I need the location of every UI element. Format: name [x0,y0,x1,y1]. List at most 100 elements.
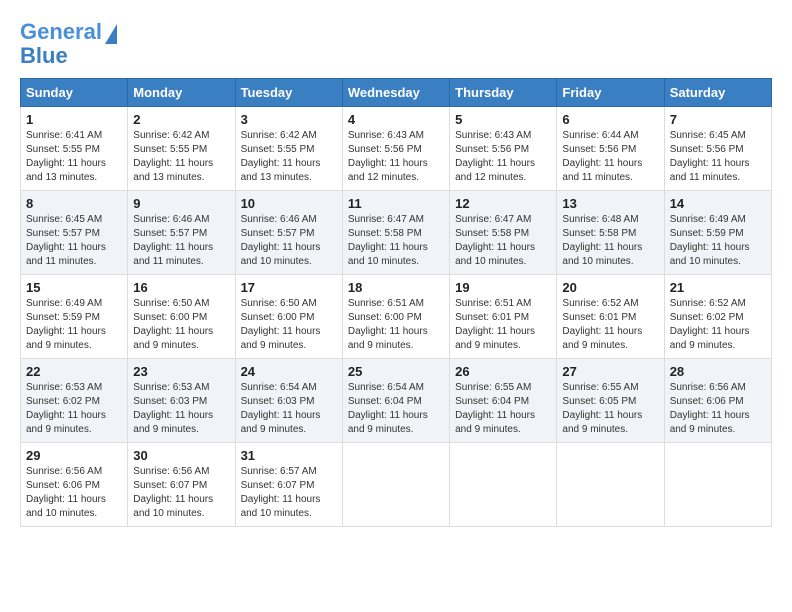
calendar-week-row: 29 Sunrise: 6:56 AMSunset: 6:06 PMDaylig… [21,443,772,527]
calendar-day-cell: 26 Sunrise: 6:55 AMSunset: 6:04 PMDaylig… [450,359,557,443]
calendar-day-cell: 21 Sunrise: 6:52 AMSunset: 6:02 PMDaylig… [664,275,771,359]
day-number: 16 [133,280,229,295]
day-info: Sunrise: 6:56 AMSunset: 6:06 PMDaylight:… [26,465,122,521]
calendar-header-row: SundayMondayTuesdayWednesdayThursdayFrid… [21,79,772,107]
calendar-week-row: 8 Sunrise: 6:45 AMSunset: 5:57 PMDayligh… [21,191,772,275]
calendar-week-row: 22 Sunrise: 6:53 AMSunset: 6:02 PMDaylig… [21,359,772,443]
calendar-day-header: Sunday [21,79,128,107]
calendar-day-cell [664,443,771,527]
day-info: Sunrise: 6:53 AMSunset: 6:03 PMDaylight:… [133,381,229,437]
day-number: 20 [562,280,658,295]
calendar-day-cell: 5 Sunrise: 6:43 AMSunset: 5:56 PMDayligh… [450,107,557,191]
day-info: Sunrise: 6:42 AMSunset: 5:55 PMDaylight:… [133,129,229,185]
day-info: Sunrise: 6:53 AMSunset: 6:02 PMDaylight:… [26,381,122,437]
calendar-day-header: Wednesday [342,79,449,107]
page-header: General Blue [20,20,772,68]
day-number: 23 [133,364,229,379]
day-number: 14 [670,196,766,211]
day-info: Sunrise: 6:44 AMSunset: 5:56 PMDaylight:… [562,129,658,185]
day-number: 26 [455,364,551,379]
day-info: Sunrise: 6:52 AMSunset: 6:02 PMDaylight:… [670,297,766,353]
day-number: 9 [133,196,229,211]
day-number: 10 [241,196,337,211]
calendar-day-cell: 15 Sunrise: 6:49 AMSunset: 5:59 PMDaylig… [21,275,128,359]
day-number: 2 [133,112,229,127]
day-number: 21 [670,280,766,295]
calendar-day-cell: 8 Sunrise: 6:45 AMSunset: 5:57 PMDayligh… [21,191,128,275]
day-info: Sunrise: 6:55 AMSunset: 6:04 PMDaylight:… [455,381,551,437]
day-number: 27 [562,364,658,379]
day-number: 3 [241,112,337,127]
calendar-day-cell: 23 Sunrise: 6:53 AMSunset: 6:03 PMDaylig… [128,359,235,443]
logo-text-blue: Blue [20,44,68,68]
day-info: Sunrise: 6:43 AMSunset: 5:56 PMDaylight:… [455,129,551,185]
calendar-day-cell: 31 Sunrise: 6:57 AMSunset: 6:07 PMDaylig… [235,443,342,527]
day-info: Sunrise: 6:43 AMSunset: 5:56 PMDaylight:… [348,129,444,185]
day-info: Sunrise: 6:41 AMSunset: 5:55 PMDaylight:… [26,129,122,185]
calendar-week-row: 1 Sunrise: 6:41 AMSunset: 5:55 PMDayligh… [21,107,772,191]
day-info: Sunrise: 6:56 AMSunset: 6:06 PMDaylight:… [670,381,766,437]
day-number: 8 [26,196,122,211]
day-info: Sunrise: 6:56 AMSunset: 6:07 PMDaylight:… [133,465,229,521]
calendar-day-cell: 29 Sunrise: 6:56 AMSunset: 6:06 PMDaylig… [21,443,128,527]
day-number: 29 [26,448,122,463]
calendar-day-cell: 13 Sunrise: 6:48 AMSunset: 5:58 PMDaylig… [557,191,664,275]
day-number: 22 [26,364,122,379]
calendar-day-cell: 17 Sunrise: 6:50 AMSunset: 6:00 PMDaylig… [235,275,342,359]
calendar-day-cell: 24 Sunrise: 6:54 AMSunset: 6:03 PMDaylig… [235,359,342,443]
calendar-day-cell [450,443,557,527]
calendar-day-cell: 28 Sunrise: 6:56 AMSunset: 6:06 PMDaylig… [664,359,771,443]
calendar-day-header: Friday [557,79,664,107]
day-info: Sunrise: 6:48 AMSunset: 5:58 PMDaylight:… [562,213,658,269]
day-number: 24 [241,364,337,379]
day-number: 11 [348,196,444,211]
calendar-day-cell: 3 Sunrise: 6:42 AMSunset: 5:55 PMDayligh… [235,107,342,191]
day-number: 5 [455,112,551,127]
day-number: 17 [241,280,337,295]
calendar-day-cell: 25 Sunrise: 6:54 AMSunset: 6:04 PMDaylig… [342,359,449,443]
day-info: Sunrise: 6:51 AMSunset: 6:01 PMDaylight:… [455,297,551,353]
calendar-day-cell: 27 Sunrise: 6:55 AMSunset: 6:05 PMDaylig… [557,359,664,443]
calendar-day-cell: 4 Sunrise: 6:43 AMSunset: 5:56 PMDayligh… [342,107,449,191]
calendar-day-cell: 2 Sunrise: 6:42 AMSunset: 5:55 PMDayligh… [128,107,235,191]
day-number: 30 [133,448,229,463]
calendar-day-header: Saturday [664,79,771,107]
day-number: 18 [348,280,444,295]
day-number: 15 [26,280,122,295]
calendar-day-header: Monday [128,79,235,107]
day-info: Sunrise: 6:57 AMSunset: 6:07 PMDaylight:… [241,465,337,521]
day-number: 4 [348,112,444,127]
logo-text-general: General [20,20,102,44]
calendar-day-header: Tuesday [235,79,342,107]
day-number: 12 [455,196,551,211]
day-info: Sunrise: 6:50 AMSunset: 6:00 PMDaylight:… [241,297,337,353]
calendar-table: SundayMondayTuesdayWednesdayThursdayFrid… [20,78,772,527]
day-number: 1 [26,112,122,127]
calendar-body: 1 Sunrise: 6:41 AMSunset: 5:55 PMDayligh… [21,107,772,527]
day-info: Sunrise: 6:54 AMSunset: 6:03 PMDaylight:… [241,381,337,437]
day-info: Sunrise: 6:52 AMSunset: 6:01 PMDaylight:… [562,297,658,353]
calendar-day-cell: 16 Sunrise: 6:50 AMSunset: 6:00 PMDaylig… [128,275,235,359]
day-info: Sunrise: 6:51 AMSunset: 6:00 PMDaylight:… [348,297,444,353]
calendar-day-cell: 1 Sunrise: 6:41 AMSunset: 5:55 PMDayligh… [21,107,128,191]
day-info: Sunrise: 6:54 AMSunset: 6:04 PMDaylight:… [348,381,444,437]
day-info: Sunrise: 6:47 AMSunset: 5:58 PMDaylight:… [455,213,551,269]
calendar-day-cell: 6 Sunrise: 6:44 AMSunset: 5:56 PMDayligh… [557,107,664,191]
day-number: 6 [562,112,658,127]
day-info: Sunrise: 6:49 AMSunset: 5:59 PMDaylight:… [26,297,122,353]
calendar-day-cell: 19 Sunrise: 6:51 AMSunset: 6:01 PMDaylig… [450,275,557,359]
day-info: Sunrise: 6:55 AMSunset: 6:05 PMDaylight:… [562,381,658,437]
calendar-day-cell [342,443,449,527]
calendar-day-cell: 22 Sunrise: 6:53 AMSunset: 6:02 PMDaylig… [21,359,128,443]
day-number: 25 [348,364,444,379]
day-number: 13 [562,196,658,211]
calendar-day-cell: 9 Sunrise: 6:46 AMSunset: 5:57 PMDayligh… [128,191,235,275]
calendar-day-cell: 18 Sunrise: 6:51 AMSunset: 6:00 PMDaylig… [342,275,449,359]
calendar-day-cell: 20 Sunrise: 6:52 AMSunset: 6:01 PMDaylig… [557,275,664,359]
day-info: Sunrise: 6:47 AMSunset: 5:58 PMDaylight:… [348,213,444,269]
logo-triangle-icon [105,24,117,44]
day-number: 28 [670,364,766,379]
day-info: Sunrise: 6:50 AMSunset: 6:00 PMDaylight:… [133,297,229,353]
day-info: Sunrise: 6:45 AMSunset: 5:56 PMDaylight:… [670,129,766,185]
day-info: Sunrise: 6:46 AMSunset: 5:57 PMDaylight:… [133,213,229,269]
